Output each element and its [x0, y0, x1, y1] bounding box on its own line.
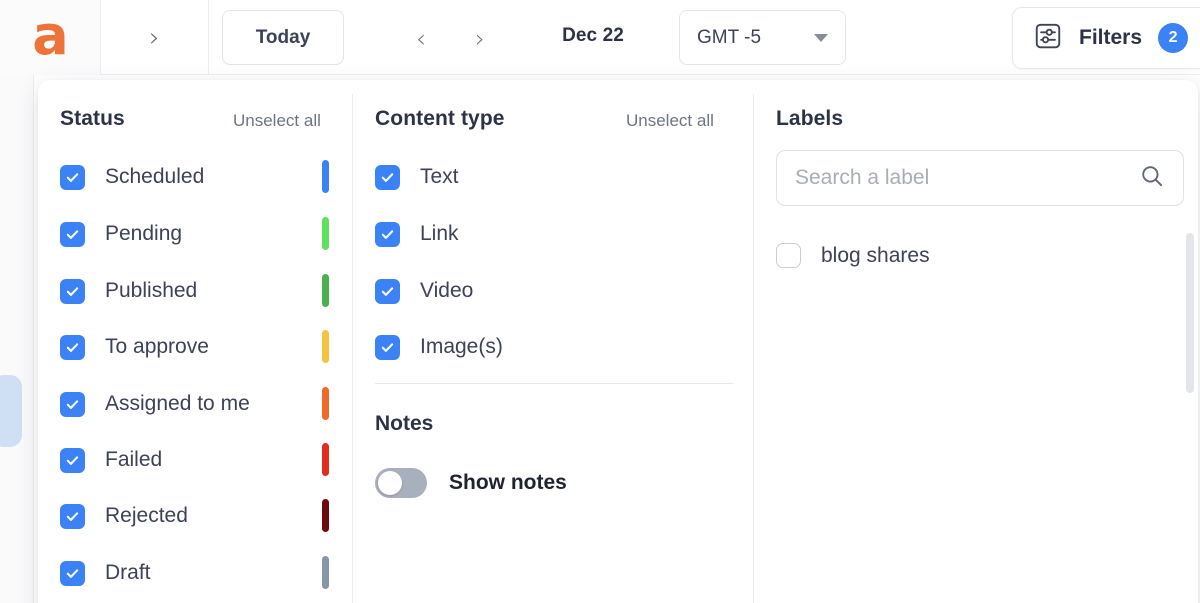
status-label: Rejected: [105, 504, 188, 528]
chevron-right-icon: ›: [149, 25, 159, 51]
status-checkbox-row[interactable]: Published: [60, 276, 197, 306]
content-type-label: Text: [420, 165, 459, 189]
status-column-title: Status: [60, 107, 125, 131]
checkbox-checked-icon[interactable]: [60, 165, 85, 190]
checkbox-checked-icon[interactable]: [60, 279, 85, 304]
logo-glyph: a: [32, 9, 67, 63]
checkbox-unchecked-icon[interactable]: [776, 243, 801, 268]
label-name: blog shares: [821, 244, 930, 268]
chevron-down-icon: [814, 34, 828, 42]
filters-button[interactable]: Filters 2: [1012, 7, 1200, 69]
status-checkbox-row[interactable]: Failed: [60, 445, 162, 475]
chevron-left-icon: ‹: [416, 26, 426, 51]
filters-count-badge: 2: [1158, 23, 1188, 53]
status-label: To approve: [105, 335, 209, 359]
today-button-label: Today: [256, 27, 311, 49]
content-type-checkbox-row[interactable]: Video: [375, 276, 473, 306]
left-rail: [0, 75, 34, 603]
filters-button-label: Filters: [1079, 26, 1142, 50]
content-type-unselect-all-link[interactable]: Unselect all: [626, 111, 714, 131]
checkbox-checked-icon[interactable]: [60, 222, 85, 247]
today-button[interactable]: Today: [222, 10, 344, 65]
previous-period-button[interactable]: ‹: [403, 20, 439, 56]
content-type-checkbox-row[interactable]: Image(s): [375, 332, 503, 362]
notes-section-title: Notes: [375, 412, 433, 436]
left-rail-active-pill[interactable]: [0, 375, 22, 447]
checkbox-checked-icon[interactable]: [375, 165, 400, 190]
status-label: Assigned to me: [105, 392, 250, 416]
content-type-label: Link: [420, 222, 459, 246]
checkbox-checked-icon[interactable]: [60, 504, 85, 529]
label-search-box[interactable]: [776, 150, 1184, 206]
column-divider: [352, 94, 353, 603]
timezone-select[interactable]: GMT -5: [679, 10, 846, 65]
checkbox-checked-icon[interactable]: [375, 222, 400, 247]
expand-sidebar-button[interactable]: ›: [101, 0, 209, 75]
status-color-bar: [322, 387, 329, 420]
status-checkbox-row[interactable]: Rejected: [60, 501, 188, 531]
status-color-bar: [322, 499, 329, 532]
sliders-icon: [1033, 21, 1063, 56]
content-type-checkbox-row[interactable]: Link: [375, 219, 459, 249]
search-input[interactable]: [795, 166, 1139, 190]
checkbox-checked-icon[interactable]: [60, 448, 85, 473]
content-type-column-title: Content type: [375, 107, 505, 131]
show-notes-toggle[interactable]: [375, 468, 427, 498]
status-label: Pending: [105, 222, 182, 246]
status-label: Draft: [105, 561, 151, 585]
status-checkbox-row[interactable]: Draft: [60, 558, 151, 588]
checkbox-checked-icon[interactable]: [60, 561, 85, 586]
status-color-bar: [322, 556, 329, 589]
content-type-label: Video: [420, 279, 473, 303]
checkbox-checked-icon[interactable]: [375, 279, 400, 304]
status-label: Scheduled: [105, 165, 204, 189]
chevron-right-icon: ›: [475, 26, 485, 51]
content-type-label: Image(s): [420, 335, 503, 359]
status-label: Failed: [105, 448, 162, 472]
status-checkbox-row[interactable]: Assigned to me: [60, 389, 250, 419]
status-color-bar: [322, 330, 329, 363]
status-color-bar: [322, 217, 329, 250]
status-checkbox-row[interactable]: To approve: [60, 332, 209, 362]
status-color-bar: [322, 443, 329, 476]
status-checkbox-row[interactable]: Scheduled: [60, 162, 204, 192]
top-toolbar: a › Today ‹ › Dec 22 GMT -5: [0, 0, 1200, 75]
checkbox-checked-icon[interactable]: [375, 335, 400, 360]
app-logo[interactable]: a: [0, 0, 101, 75]
current-date-label: Dec 22: [523, 25, 663, 47]
notes-separator: [375, 383, 733, 384]
status-checkbox-row[interactable]: Pending: [60, 219, 182, 249]
content-type-checkbox-row[interactable]: Text: [375, 162, 459, 192]
status-label: Published: [105, 279, 197, 303]
status-unselect-all-link[interactable]: Unselect all: [233, 111, 321, 131]
checkbox-checked-icon[interactable]: [60, 335, 85, 360]
status-color-bar: [322, 160, 329, 193]
checkbox-checked-icon[interactable]: [60, 392, 85, 417]
status-color-bar: [322, 274, 329, 307]
timezone-value: GMT -5: [697, 27, 814, 49]
column-divider: [753, 94, 754, 603]
next-period-button[interactable]: ›: [462, 20, 498, 56]
search-icon[interactable]: [1139, 163, 1165, 194]
show-notes-toggle-row[interactable]: Show notes: [375, 468, 567, 498]
label-checkbox-row[interactable]: blog shares: [776, 243, 930, 268]
labels-column-title: Labels: [776, 107, 843, 131]
filters-dropdown-panel: Status Unselect all Scheduled Pending Pu…: [38, 80, 1198, 603]
show-notes-label: Show notes: [449, 471, 567, 495]
app-root: a › Today ‹ › Dec 22 GMT -5: [0, 0, 1200, 603]
toggle-knob: [378, 471, 402, 495]
labels-scrollbar[interactable]: [1186, 233, 1194, 393]
